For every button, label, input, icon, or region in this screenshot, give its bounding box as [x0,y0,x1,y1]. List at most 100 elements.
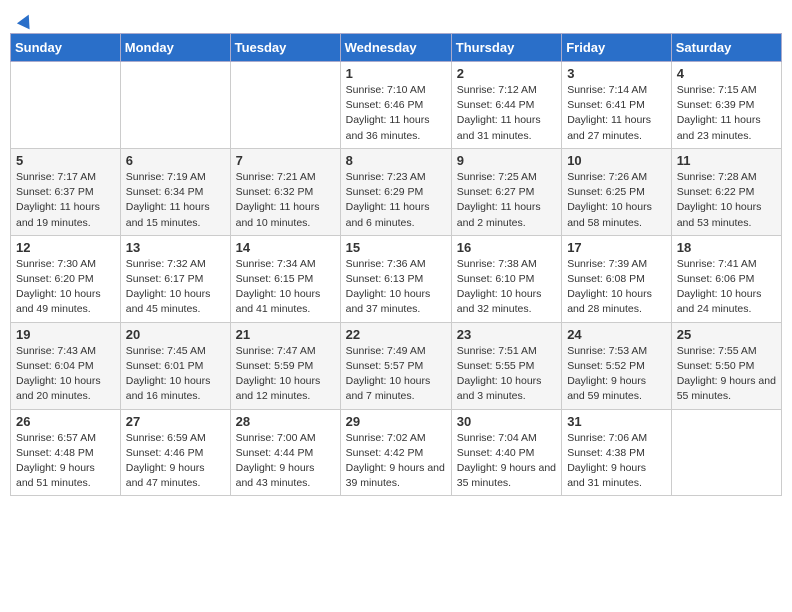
calendar-cell [120,62,230,149]
day-info: Sunrise: 7:10 AM Sunset: 6:46 PM Dayligh… [346,83,446,144]
weekday-header: Tuesday [230,34,340,62]
calendar-week-row: 26 Sunrise: 6:57 AM Sunset: 4:48 PM Dayli… [11,409,782,496]
calendar-cell: 29 Sunrise: 7:02 AM Sunset: 4:42 PM Dayli… [340,409,451,496]
day-number: 22 [346,327,446,342]
calendar-cell: 22 Sunrise: 7:49 AM Sunset: 5:57 PM Dayli… [340,322,451,409]
calendar-cell: 21Sunrise: 7:47 AM Sunset: 5:59 PM Dayli… [230,322,340,409]
calendar-week-row: 19Sunrise: 7:43 AM Sunset: 6:04 PM Dayli… [11,322,782,409]
day-number: 9 [457,153,556,168]
day-number: 24 [567,327,666,342]
calendar-cell: 7Sunrise: 7:21 AM Sunset: 6:32 PM Daylig… [230,148,340,235]
calendar-cell [230,62,340,149]
day-info: Sunrise: 7:15 AM Sunset: 6:39 PM Dayligh… [677,83,776,144]
day-number: 21 [236,327,335,342]
day-number: 27 [126,414,225,429]
weekday-header: Saturday [671,34,781,62]
day-info: Sunrise: 7:32 AM Sunset: 6:17 PM Dayligh… [126,257,225,318]
day-number: 29 [346,414,446,429]
calendar-cell: 3 Sunrise: 7:14 AM Sunset: 6:41 PM Daylig… [562,62,672,149]
day-number: 4 [677,66,776,81]
calendar-cell: 4 Sunrise: 7:15 AM Sunset: 6:39 PM Daylig… [671,62,781,149]
calendar-cell: 30 Sunrise: 7:04 AM Sunset: 4:40 PM Dayli… [451,409,561,496]
day-info: Sunrise: 7:55 AM Sunset: 5:50 PM Dayligh… [677,344,776,405]
calendar-cell: 8 Sunrise: 7:23 AM Sunset: 6:29 PM Daylig… [340,148,451,235]
day-info: Sunrise: 7:26 AM Sunset: 6:25 PM Dayligh… [567,170,666,231]
calendar-cell: 1Sunrise: 7:10 AM Sunset: 6:46 PM Daylig… [340,62,451,149]
day-info: Sunrise: 7:25 AM Sunset: 6:27 PM Dayligh… [457,170,556,231]
calendar-cell: 2Sunrise: 7:12 AM Sunset: 6:44 PM Daylig… [451,62,561,149]
day-info: Sunrise: 7:00 AM Sunset: 4:44 PM Dayligh… [236,431,335,492]
calendar-cell: 26 Sunrise: 6:57 AM Sunset: 4:48 PM Dayli… [11,409,121,496]
calendar-cell [11,62,121,149]
calendar-cell: 11 Sunrise: 7:28 AM Sunset: 6:22 PM Dayli… [671,148,781,235]
day-info: Sunrise: 7:06 AM Sunset: 4:38 PM Dayligh… [567,431,666,492]
day-number: 26 [16,414,115,429]
weekday-header: Wednesday [340,34,451,62]
day-info: Sunrise: 7:30 AM Sunset: 6:20 PM Dayligh… [16,257,115,318]
weekday-header: Thursday [451,34,561,62]
calendar-cell: 28 Sunrise: 7:00 AM Sunset: 4:44 PM Dayli… [230,409,340,496]
day-number: 10 [567,153,666,168]
day-info: Sunrise: 7:43 AM Sunset: 6:04 PM Dayligh… [16,344,115,405]
day-number: 5 [16,153,115,168]
day-info: Sunrise: 7:53 AM Sunset: 5:52 PM Dayligh… [567,344,666,405]
day-info: Sunrise: 7:49 AM Sunset: 5:57 PM Dayligh… [346,344,446,405]
day-info: Sunrise: 7:41 AM Sunset: 6:06 PM Dayligh… [677,257,776,318]
day-number: 3 [567,66,666,81]
day-number: 28 [236,414,335,429]
calendar-header-row: SundayMondayTuesdayWednesdayThursdayFrid… [11,34,782,62]
day-number: 17 [567,240,666,255]
weekday-header: Sunday [11,34,121,62]
day-number: 20 [126,327,225,342]
day-info: Sunrise: 7:51 AM Sunset: 5:55 PM Dayligh… [457,344,556,405]
day-number: 16 [457,240,556,255]
day-number: 14 [236,240,335,255]
calendar-week-row: 12 Sunrise: 7:30 AM Sunset: 6:20 PM Dayli… [11,235,782,322]
day-info: Sunrise: 6:57 AM Sunset: 4:48 PM Dayligh… [16,431,115,492]
day-info: Sunrise: 7:34 AM Sunset: 6:15 PM Dayligh… [236,257,335,318]
logo-icon [17,12,35,30]
day-number: 18 [677,240,776,255]
day-info: Sunrise: 7:45 AM Sunset: 6:01 PM Dayligh… [126,344,225,405]
day-info: Sunrise: 7:39 AM Sunset: 6:08 PM Dayligh… [567,257,666,318]
weekday-header: Friday [562,34,672,62]
calendar-cell: 5 Sunrise: 7:17 AM Sunset: 6:37 PM Daylig… [11,148,121,235]
day-info: Sunrise: 6:59 AM Sunset: 4:46 PM Dayligh… [126,431,225,492]
calendar-cell: 16 Sunrise: 7:38 AM Sunset: 6:10 PM Dayli… [451,235,561,322]
day-info: Sunrise: 7:04 AM Sunset: 4:40 PM Dayligh… [457,431,556,492]
day-info: Sunrise: 7:17 AM Sunset: 6:37 PM Dayligh… [16,170,115,231]
calendar-table: SundayMondayTuesdayWednesdayThursdayFrid… [10,33,782,496]
calendar-cell: 15 Sunrise: 7:36 AM Sunset: 6:13 PM Dayli… [340,235,451,322]
weekday-header: Monday [120,34,230,62]
calendar-cell [671,409,781,496]
day-number: 23 [457,327,556,342]
calendar-cell: 9 Sunrise: 7:25 AM Sunset: 6:27 PM Daylig… [451,148,561,235]
day-number: 31 [567,414,666,429]
day-info: Sunrise: 7:36 AM Sunset: 6:13 PM Dayligh… [346,257,446,318]
day-info: Sunrise: 7:21 AM Sunset: 6:32 PM Dayligh… [236,170,335,231]
day-number: 25 [677,327,776,342]
day-info: Sunrise: 7:38 AM Sunset: 6:10 PM Dayligh… [457,257,556,318]
calendar-cell: 17 Sunrise: 7:39 AM Sunset: 6:08 PM Dayli… [562,235,672,322]
day-number: 15 [346,240,446,255]
day-number: 6 [126,153,225,168]
day-info: Sunrise: 7:02 AM Sunset: 4:42 PM Dayligh… [346,431,446,492]
day-number: 11 [677,153,776,168]
calendar-cell: 13 Sunrise: 7:32 AM Sunset: 6:17 PM Dayli… [120,235,230,322]
day-info: Sunrise: 7:28 AM Sunset: 6:22 PM Dayligh… [677,170,776,231]
day-number: 12 [16,240,115,255]
day-info: Sunrise: 7:19 AM Sunset: 6:34 PM Dayligh… [126,170,225,231]
calendar-week-row: 5 Sunrise: 7:17 AM Sunset: 6:37 PM Daylig… [11,148,782,235]
day-info: Sunrise: 7:23 AM Sunset: 6:29 PM Dayligh… [346,170,446,231]
day-number: 13 [126,240,225,255]
calendar-cell: 24 Sunrise: 7:53 AM Sunset: 5:52 PM Dayli… [562,322,672,409]
calendar-cell: 18 Sunrise: 7:41 AM Sunset: 6:06 PM Dayli… [671,235,781,322]
calendar-cell: 14 Sunrise: 7:34 AM Sunset: 6:15 PM Dayli… [230,235,340,322]
day-info: Sunrise: 7:14 AM Sunset: 6:41 PM Dayligh… [567,83,666,144]
calendar-cell: 12 Sunrise: 7:30 AM Sunset: 6:20 PM Dayli… [11,235,121,322]
calendar-cell: 19Sunrise: 7:43 AM Sunset: 6:04 PM Dayli… [11,322,121,409]
calendar-week-row: 1Sunrise: 7:10 AM Sunset: 6:46 PM Daylig… [11,62,782,149]
day-number: 8 [346,153,446,168]
calendar-cell: 20 Sunrise: 7:45 AM Sunset: 6:01 PM Dayli… [120,322,230,409]
day-number: 30 [457,414,556,429]
